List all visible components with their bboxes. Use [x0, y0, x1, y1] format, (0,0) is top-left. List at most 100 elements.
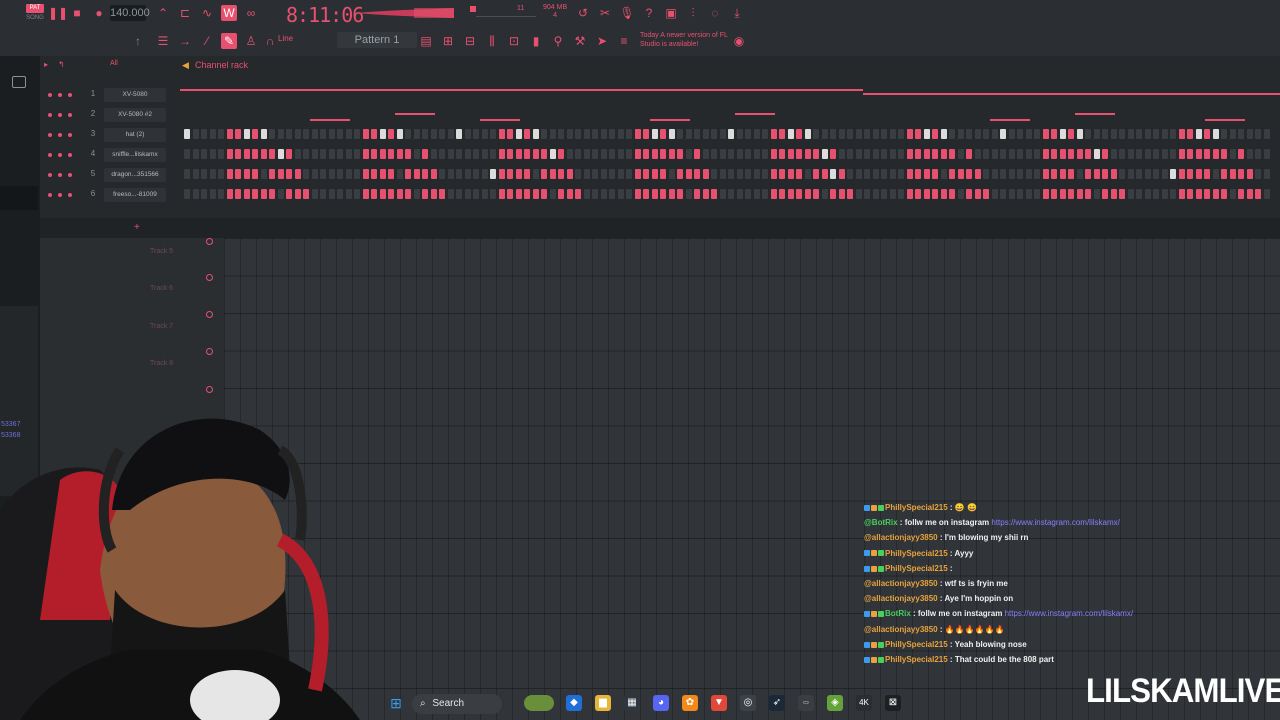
step-button[interactable]: [923, 169, 930, 179]
step-button[interactable]: [473, 149, 479, 159]
step-button[interactable]: [609, 149, 615, 159]
step-button[interactable]: [575, 129, 581, 139]
step-button[interactable]: [1068, 189, 1074, 199]
step-button[interactable]: [541, 149, 547, 159]
step-button[interactable]: [252, 189, 258, 199]
step-button[interactable]: [1212, 149, 1219, 159]
step-button[interactable]: [1000, 149, 1006, 159]
step-button[interactable]: [388, 169, 394, 179]
channel-number[interactable]: 6: [88, 189, 98, 198]
chat-username[interactable]: PhillySpecial215: [885, 655, 948, 664]
browser-folder-icon[interactable]: [12, 76, 26, 88]
step-button[interactable]: [864, 129, 870, 139]
step-button[interactable]: [303, 149, 309, 159]
step-button[interactable]: [651, 149, 658, 159]
pattern-mode-button[interactable]: PAT: [26, 4, 44, 13]
track-6-dot[interactable]: [206, 311, 213, 318]
step-button[interactable]: [447, 129, 454, 139]
step-button[interactable]: [1136, 189, 1142, 199]
step-button[interactable]: [1042, 189, 1049, 199]
step-button[interactable]: [677, 129, 683, 139]
step-button[interactable]: [277, 129, 284, 139]
step-button[interactable]: [915, 189, 921, 199]
store-icon[interactable]: ▦: [624, 695, 640, 711]
pattern-selector[interactable]: Pattern 1: [337, 32, 417, 48]
step-button[interactable]: [430, 129, 437, 139]
step-button[interactable]: [456, 169, 462, 179]
step-button[interactable]: [201, 169, 207, 179]
step-button[interactable]: [566, 169, 573, 179]
chat-username[interactable]: @BotRix: [864, 518, 898, 527]
step-button[interactable]: [422, 149, 428, 159]
step-button[interactable]: [617, 129, 624, 139]
playlist-window-icon[interactable]: ▤: [418, 33, 434, 49]
step-button[interactable]: [1102, 149, 1108, 159]
step-button[interactable]: [260, 149, 267, 159]
step-button[interactable]: [762, 189, 768, 199]
step-button[interactable]: [906, 149, 913, 159]
chat-username[interactable]: BotRix: [885, 609, 911, 618]
step-button[interactable]: [1110, 189, 1117, 199]
channel-number[interactable]: 3: [88, 129, 98, 138]
step-button[interactable]: [1119, 149, 1125, 159]
brush-icon[interactable]: ⁄: [199, 33, 215, 49]
obs-icon[interactable]: ◎: [740, 695, 756, 711]
step-button[interactable]: [949, 169, 955, 179]
step-button[interactable]: [592, 169, 598, 179]
step-button[interactable]: [345, 169, 352, 179]
step-button[interactable]: [524, 149, 530, 159]
step-button[interactable]: [362, 189, 369, 199]
step-button[interactable]: [889, 149, 896, 159]
step-sequencer[interactable]: [180, 89, 1280, 101]
step-button[interactable]: [711, 189, 717, 199]
step-button[interactable]: [1008, 129, 1015, 139]
step-button[interactable]: [1178, 189, 1185, 199]
step-button[interactable]: [1204, 189, 1210, 199]
step-button[interactable]: [371, 189, 377, 199]
step-button[interactable]: [643, 149, 649, 159]
step-button[interactable]: [609, 129, 615, 139]
step-button[interactable]: [1085, 189, 1091, 199]
step-button[interactable]: [1153, 189, 1159, 199]
step-button[interactable]: [294, 169, 301, 179]
step-button[interactable]: [872, 129, 879, 139]
rack-menu-icon[interactable]: ▸: [44, 60, 48, 69]
step-button[interactable]: [209, 129, 216, 139]
step-button[interactable]: [923, 129, 930, 139]
step-button[interactable]: [753, 169, 760, 179]
pin-icon[interactable]: ↑: [130, 33, 146, 49]
step-button[interactable]: [745, 129, 751, 139]
step-button[interactable]: [634, 189, 641, 199]
send-icon[interactable]: ➤: [594, 33, 610, 49]
step-button[interactable]: [379, 129, 386, 139]
step-button[interactable]: [1076, 169, 1083, 179]
step-button[interactable]: [932, 189, 938, 199]
step-button[interactable]: [566, 129, 573, 139]
step-button[interactable]: [1229, 149, 1236, 159]
step-button[interactable]: [660, 149, 666, 159]
step-button[interactable]: [1017, 169, 1023, 179]
step-button[interactable]: [685, 149, 692, 159]
step-button[interactable]: [184, 129, 190, 139]
step-button[interactable]: [362, 149, 369, 159]
step-button[interactable]: [1204, 149, 1210, 159]
step-button[interactable]: [456, 149, 462, 159]
step-button[interactable]: [949, 149, 955, 159]
step-button[interactable]: [1153, 129, 1159, 139]
step-button[interactable]: [881, 149, 887, 159]
countdown-icon[interactable]: ∿: [199, 5, 215, 21]
step-button[interactable]: [464, 169, 471, 179]
step-button[interactable]: [779, 129, 785, 139]
step-button[interactable]: [549, 189, 556, 199]
step-button[interactable]: [235, 149, 241, 159]
step-button[interactable]: [396, 169, 403, 179]
4k-app-icon[interactable]: 4K: [856, 695, 872, 711]
step-button[interactable]: [541, 169, 547, 179]
step-button[interactable]: [1144, 189, 1151, 199]
step-button[interactable]: [634, 169, 641, 179]
channel-led-icon[interactable]: [68, 93, 72, 97]
step-button[interactable]: [592, 129, 598, 139]
step-button[interactable]: [617, 149, 624, 159]
step-button[interactable]: [447, 149, 454, 159]
channel-led-icon[interactable]: [58, 153, 62, 157]
